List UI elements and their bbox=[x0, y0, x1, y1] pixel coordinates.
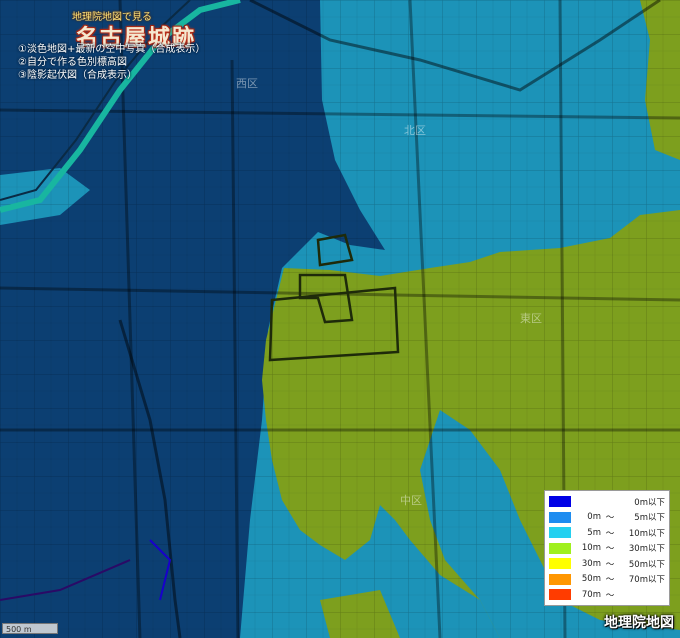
ward-label-kita: 北区 bbox=[404, 124, 426, 137]
scale-bar: 500 m bbox=[2, 623, 58, 634]
legend-row: 10m ～ 30m以下 bbox=[549, 541, 665, 557]
legend-swatch bbox=[549, 527, 571, 539]
legend-row: 50m ～ 70m以下 bbox=[549, 572, 665, 588]
layer-item: ①淡色地図+最新の空中写真（合成表示） bbox=[18, 44, 206, 55]
legend-swatch bbox=[549, 589, 571, 601]
ward-label-nishi: 西区 bbox=[236, 77, 258, 90]
map-view[interactable]: 地理院地図で見る 名古屋城跡 ①淡色地図+最新の空中写真（合成表示） ②自分で作… bbox=[0, 0, 680, 638]
legend-swatch bbox=[549, 511, 571, 523]
elevation-legend: 0m以下 0m ～ 5m以下 5m ～ 10m以下 10m ～ 30m以下 30… bbox=[544, 490, 670, 606]
legend-swatch bbox=[549, 496, 571, 508]
ward-label-naka: 中区 bbox=[400, 494, 422, 507]
ward-label-higashi: 東区 bbox=[520, 312, 542, 325]
legend-row: 30m ～ 50m以下 bbox=[549, 556, 665, 572]
map-credit: 地理院地図 bbox=[604, 615, 674, 631]
legend-swatch bbox=[549, 542, 571, 554]
layer-item: ③陰影起伏図（合成表示） bbox=[18, 70, 137, 81]
layer-item: ②自分で作る色別標高図 bbox=[18, 57, 127, 68]
legend-row: 70m ～ bbox=[549, 587, 665, 603]
legend-swatch bbox=[549, 573, 571, 585]
legend-row: 0m ～ 5m以下 bbox=[549, 510, 665, 526]
layer-list: ①淡色地図+最新の空中写真（合成表示） ②自分で作る色別標高図 ③陰影起伏図（合… bbox=[18, 43, 205, 82]
legend-row: 5m ～ 10m以下 bbox=[549, 525, 665, 541]
legend-swatch bbox=[549, 558, 571, 570]
legend-row: 0m以下 bbox=[549, 494, 665, 510]
